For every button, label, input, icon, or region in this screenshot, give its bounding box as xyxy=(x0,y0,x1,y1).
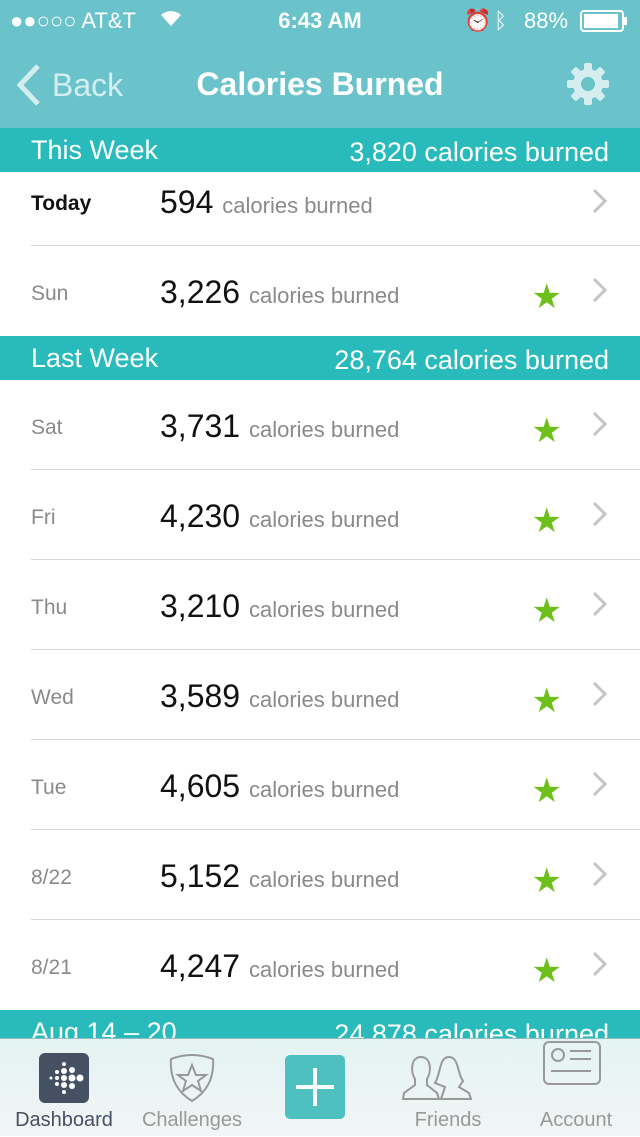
calories-number: 5,152 xyxy=(160,858,241,894)
friends-icon xyxy=(401,1055,484,1100)
plus-icon xyxy=(285,1055,350,1119)
chevron-right-icon xyxy=(590,680,610,713)
tab-add[interactable] xyxy=(256,1039,384,1137)
battery-percent: 88% xyxy=(524,8,569,33)
nav-bar: Back Calories Burned xyxy=(0,40,640,128)
star-icon: ★ xyxy=(531,592,562,630)
section-total: 3,820 calories burned xyxy=(349,137,609,167)
id-card-icon xyxy=(543,1041,605,1089)
calories-value: 4,605 calories burned xyxy=(160,768,399,805)
chevron-right-icon xyxy=(590,410,610,443)
section-label: Last Week xyxy=(31,343,159,373)
day-row[interactable]: 8/22 5,152 calories burned ★ xyxy=(31,830,640,920)
settings-button[interactable] xyxy=(566,62,610,111)
chevron-right-icon xyxy=(590,590,610,623)
day-label: Wed xyxy=(31,686,74,709)
day-row[interactable]: Fri 4,230 calories burned ★ xyxy=(31,470,640,560)
day-row[interactable]: Thu 3,210 calories burned ★ xyxy=(31,560,640,650)
day-row[interactable]: Sun 3,226 calories burned ★ xyxy=(31,246,640,336)
calories-unit: calories burned xyxy=(248,283,400,308)
day-label: Fri xyxy=(31,506,56,529)
day-label: Tue xyxy=(31,776,67,799)
calories-value: 594 calories burned xyxy=(160,184,373,221)
tab-account[interactable]: Account xyxy=(512,1039,640,1137)
star-icon: ★ xyxy=(531,682,562,720)
calories-value: 5,152 calories burned xyxy=(160,858,399,895)
chevron-right-icon xyxy=(590,500,610,533)
chevron-right-icon xyxy=(590,187,610,220)
tab-label: Friends xyxy=(414,1109,482,1131)
calories-value: 3,210 calories burned xyxy=(160,588,399,625)
day-row[interactable]: Wed 3,589 calories burned ★ xyxy=(31,650,640,740)
tab-label: Challenges xyxy=(141,1109,243,1131)
calories-value: 4,247 calories burned xyxy=(160,948,399,985)
calories-unit: calories burned xyxy=(248,597,400,622)
calories-number: 3,210 xyxy=(160,588,241,624)
calories-value: 3,589 calories burned xyxy=(160,678,399,715)
calories-value: 3,226 calories burned xyxy=(160,274,399,311)
star-icon: ★ xyxy=(531,412,562,450)
tab-bar: Dashboard Challenges Friends Account xyxy=(0,1038,640,1136)
star-icon: ★ xyxy=(531,502,562,540)
tab-label: Dashboard xyxy=(15,1109,113,1131)
calories-number: 3,589 xyxy=(160,678,241,714)
chevron-right-icon xyxy=(590,276,610,309)
calories-unit: calories burned xyxy=(248,957,400,982)
star-icon: ★ xyxy=(531,952,562,990)
star-icon: ★ xyxy=(531,772,562,810)
bluetooth-icon: ᛒ xyxy=(494,8,508,33)
calories-number: 3,731 xyxy=(160,408,241,444)
star-icon: ★ xyxy=(531,862,562,900)
gear-icon xyxy=(567,63,609,105)
calories-value: 3,731 calories burned xyxy=(160,408,399,445)
day-row[interactable]: 8/21 4,247 calories burned ★ xyxy=(31,920,640,1010)
battery-icon xyxy=(580,10,628,38)
calories-number: 3,226 xyxy=(160,274,241,310)
calories-unit: calories burned xyxy=(248,867,400,892)
chevron-right-icon xyxy=(590,860,610,893)
calories-number: 4,230 xyxy=(160,498,241,534)
day-row[interactable]: Tue 4,605 calories burned ★ xyxy=(31,740,640,830)
header: ●●○○○ AT&T 6:43 AM ⏰ ᛒ 88% Back Calories… xyxy=(0,0,640,128)
calories-number: 594 xyxy=(160,184,214,220)
day-row[interactable]: Today 594 calories burned xyxy=(31,172,640,246)
calories-list: This Week 3,820 calories burned Today 594 c… xyxy=(0,128,640,1054)
day-label: 8/22 xyxy=(31,866,72,889)
alarm-icon: ⏰ xyxy=(464,8,492,33)
calories-number: 4,605 xyxy=(160,768,241,804)
calories-unit: calories burned xyxy=(248,687,400,712)
tab-friends[interactable]: Friends xyxy=(384,1039,512,1137)
tab-dashboard[interactable]: Dashboard xyxy=(0,1039,128,1137)
chevron-right-icon xyxy=(590,950,610,983)
tab-challenges[interactable]: Challenges xyxy=(128,1039,256,1137)
calories-unit: calories burned xyxy=(222,193,373,218)
calories-number: 4,247 xyxy=(160,948,241,984)
day-label: Sat xyxy=(31,416,63,439)
section-total: 28,764 calories burned xyxy=(334,345,609,375)
status-bar: ●●○○○ AT&T 6:43 AM ⏰ ᛒ 88% xyxy=(0,0,640,40)
section-header: This Week 3,820 calories burned xyxy=(0,128,640,172)
calories-unit: calories burned xyxy=(248,777,400,802)
star-icon: ★ xyxy=(531,278,562,316)
tab-label: Account xyxy=(539,1109,613,1131)
day-label: Today xyxy=(31,192,92,215)
day-label: 8/21 xyxy=(31,956,72,979)
section-header: Last Week 28,764 calories burned xyxy=(0,336,640,380)
page-title: Calories Burned xyxy=(196,66,444,102)
day-row[interactable]: Sat 3,731 calories burned ★ xyxy=(31,380,640,470)
calories-unit: calories burned xyxy=(248,417,400,442)
section-label: This Week xyxy=(31,135,159,165)
calories-unit: calories burned xyxy=(248,507,400,532)
day-label: Thu xyxy=(31,596,68,619)
day-label: Sun xyxy=(31,282,69,305)
calories-value: 4,230 calories burned xyxy=(160,498,399,535)
chevron-right-icon xyxy=(590,770,610,803)
